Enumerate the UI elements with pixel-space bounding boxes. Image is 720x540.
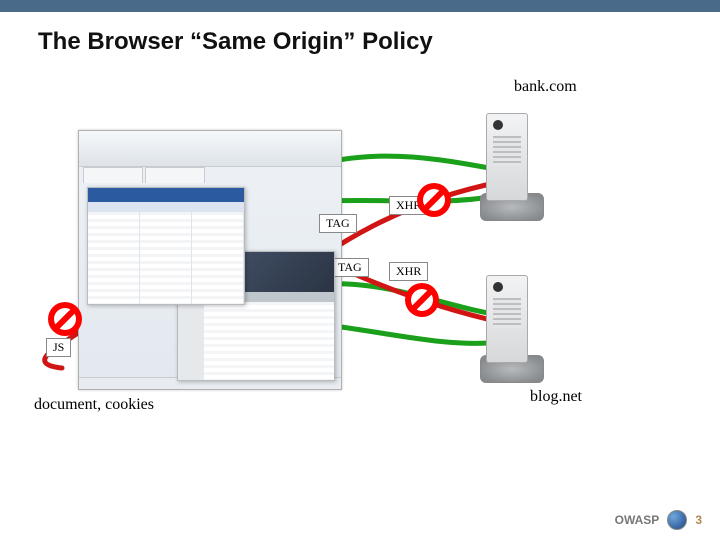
label-server-bank: bank.com: [514, 78, 577, 96]
browser-window: [78, 130, 342, 390]
prohibit-icon: [417, 183, 451, 217]
browser-tabs: [83, 167, 337, 183]
server-blog: [480, 275, 544, 383]
label-document-cookies: document, cookies: [34, 396, 154, 414]
footer: OWASP 3: [615, 510, 702, 530]
label-server-blog: blog.net: [530, 388, 582, 406]
globe-icon: [667, 510, 687, 530]
page-bank: [87, 187, 245, 305]
label-tag: TAG: [331, 258, 369, 277]
footer-org: OWASP: [615, 513, 660, 527]
label-tag: TAG: [319, 214, 357, 233]
prohibit-icon: [405, 283, 439, 317]
server-bank: [480, 113, 544, 221]
prohibit-icon: [48, 302, 82, 336]
browser-chrome: [79, 131, 341, 167]
page-number: 3: [695, 513, 702, 527]
label-js: JS: [46, 338, 71, 357]
label-xhr: XHR: [389, 262, 428, 281]
